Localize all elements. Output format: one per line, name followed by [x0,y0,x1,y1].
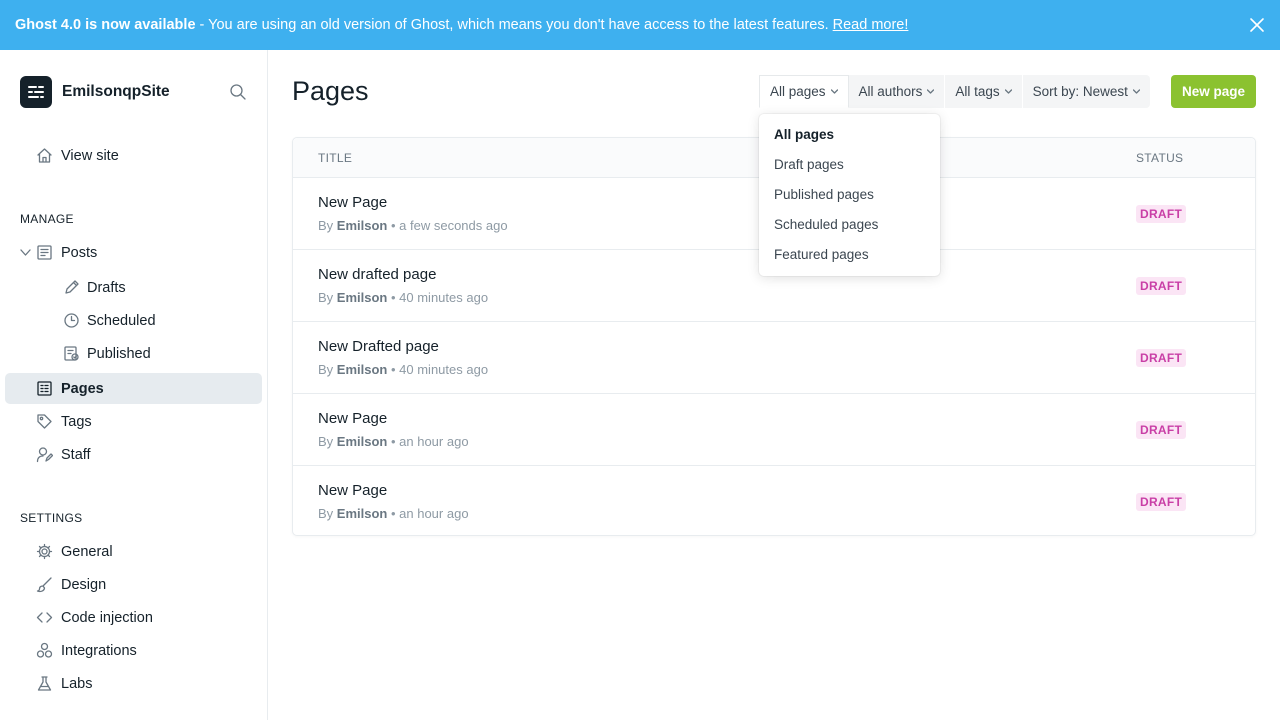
new-page-button[interactable]: New page [1171,75,1256,108]
sidebar-item-labs[interactable]: Labs [5,668,262,699]
dropdown-option-all-pages[interactable]: All pages [774,127,834,142]
site-name: EmilsonqpSite [62,83,170,100]
filter-type-select[interactable]: All pages [759,75,849,108]
chevron-down-icon[interactable] [20,247,31,258]
sidebar-item-scheduled[interactable]: Scheduled [5,305,262,336]
sidebar: EmilsonqpSite View site MANAGE Posts Dra… [0,50,268,720]
column-header-status: STATUS [1136,151,1184,165]
pages-icon [37,381,52,396]
filter-tag-select[interactable]: All tags [945,75,1023,108]
sidebar-item-staff[interactable]: Staff [5,439,262,470]
table-row[interactable]: New Page By Emilson • an hour ago DRAFT [293,466,1255,538]
filter-author-select[interactable]: All authors [849,75,946,108]
sidebar-item-general[interactable]: General [5,536,262,567]
page-title-cell: New drafted page [318,266,437,283]
sidebar-item-label: Drafts [87,279,126,296]
flask-icon [37,676,52,691]
chevron-down-icon [830,89,838,94]
sidebar-item-pages[interactable]: Pages [5,373,262,404]
sidebar-item-integrations[interactable]: Integrations [5,635,262,666]
sidebar-item-label: Tags [61,413,92,430]
sidebar-item-drafts[interactable]: Drafts [5,272,262,303]
sidebar-item-posts[interactable]: Posts [5,237,262,268]
page-type-dropdown: All pages Draft pages Published pages Sc… [759,114,940,276]
filter-bar: All pages All authors All tags Sort by: … [759,75,1150,108]
published-icon [64,346,79,361]
staff-icon [36,447,53,463]
page-title: Pages [292,76,369,106]
table-row[interactable]: New Drafted page By Emilson • 40 minutes… [293,322,1255,394]
code-icon [36,612,53,623]
dropdown-option-published-pages[interactable]: Published pages [774,187,874,202]
gear-icon [36,543,53,560]
page-author: Emilson [336,362,388,377]
sidebar-item-label: Scheduled [87,312,156,329]
sidebar-item-label: Pages [61,380,104,397]
status-badge: DRAFT [1136,349,1187,367]
sidebar-item-label: General [61,543,113,560]
chevron-down-icon [1132,89,1140,94]
banner-message: - You are using an old version of Ghost,… [195,17,833,33]
dropdown-option-featured-pages[interactable]: Featured pages [774,247,869,262]
site-brand[interactable]: EmilsonqpSite [20,76,170,108]
banner-read-more-link[interactable]: Read more! [833,17,909,33]
tag-icon [37,414,52,429]
dropdown-option-draft-pages[interactable]: Draft pages [774,157,844,172]
chevron-down-icon [927,89,935,94]
page-title-cell: New Page [318,482,388,499]
dropdown-option-scheduled-pages[interactable]: Scheduled pages [774,217,878,232]
page-author: Emilson [336,290,388,305]
pencil-icon [65,280,79,294]
home-icon [37,148,52,163]
brush-icon [36,577,52,593]
clock-icon [64,313,79,328]
sidebar-item-design[interactable]: Design [5,569,262,600]
page-author: Emilson [336,434,388,449]
filter-type-value: All pages [770,84,826,99]
sidebar-item-view-site[interactable]: View site [5,140,262,171]
manage-heading: MANAGE [20,212,74,226]
posts-icon [37,245,52,260]
page-title-cell: New Page [318,410,388,427]
sidebar-item-label: Posts [61,244,98,261]
page-meta: By Emilson • an hour ago [318,506,469,521]
page-meta: By Emilson • an hour ago [318,434,469,449]
filter-author-value: All authors [858,84,923,99]
ghost-logo-icon [28,86,44,98]
sidebar-item-label: Design [61,576,107,593]
page-meta: By Emilson • 40 minutes ago [318,362,489,377]
sidebar-item-label: View site [61,147,119,164]
sidebar-item-published[interactable]: Published [5,338,262,369]
page-author: Emilson [336,218,388,233]
sidebar-item-label: Code injection [61,609,153,626]
site-logo [20,76,52,108]
chevron-down-icon [1004,89,1012,94]
sidebar-item-code-injection[interactable]: Code injection [5,602,262,633]
sidebar-item-label: Staff [61,446,91,463]
banner-title: Ghost 4.0 is now available [15,17,196,33]
sort-select[interactable]: Sort by: Newest [1023,75,1150,108]
update-banner: Ghost 4.0 is now available - You are usi… [0,0,1280,50]
page-author: Emilson [336,506,388,521]
search-icon[interactable] [229,83,247,101]
settings-heading: SETTINGS [20,511,83,525]
page-title-cell: New Drafted page [318,338,439,355]
sidebar-item-label: Published [87,345,151,362]
sidebar-item-label: Labs [61,675,93,692]
integrations-icon [36,642,53,658]
status-badge: DRAFT [1136,277,1187,295]
column-header-title: TITLE [318,151,353,165]
page-meta: By Emilson • a few seconds ago [318,218,508,233]
sidebar-item-tags[interactable]: Tags [5,406,262,437]
status-badge: DRAFT [1136,205,1187,223]
status-badge: DRAFT [1136,493,1187,511]
table-row[interactable]: New Page By Emilson • an hour ago DRAFT [293,394,1255,466]
filter-tag-value: All tags [955,84,1000,99]
sidebar-item-label: Integrations [61,642,137,659]
page-title-cell: New Page [318,194,388,211]
status-badge: DRAFT [1136,421,1187,439]
page-meta: By Emilson • 40 minutes ago [318,290,489,305]
sort-value: Sort by: Newest [1032,84,1128,99]
close-icon[interactable] [1248,16,1266,34]
